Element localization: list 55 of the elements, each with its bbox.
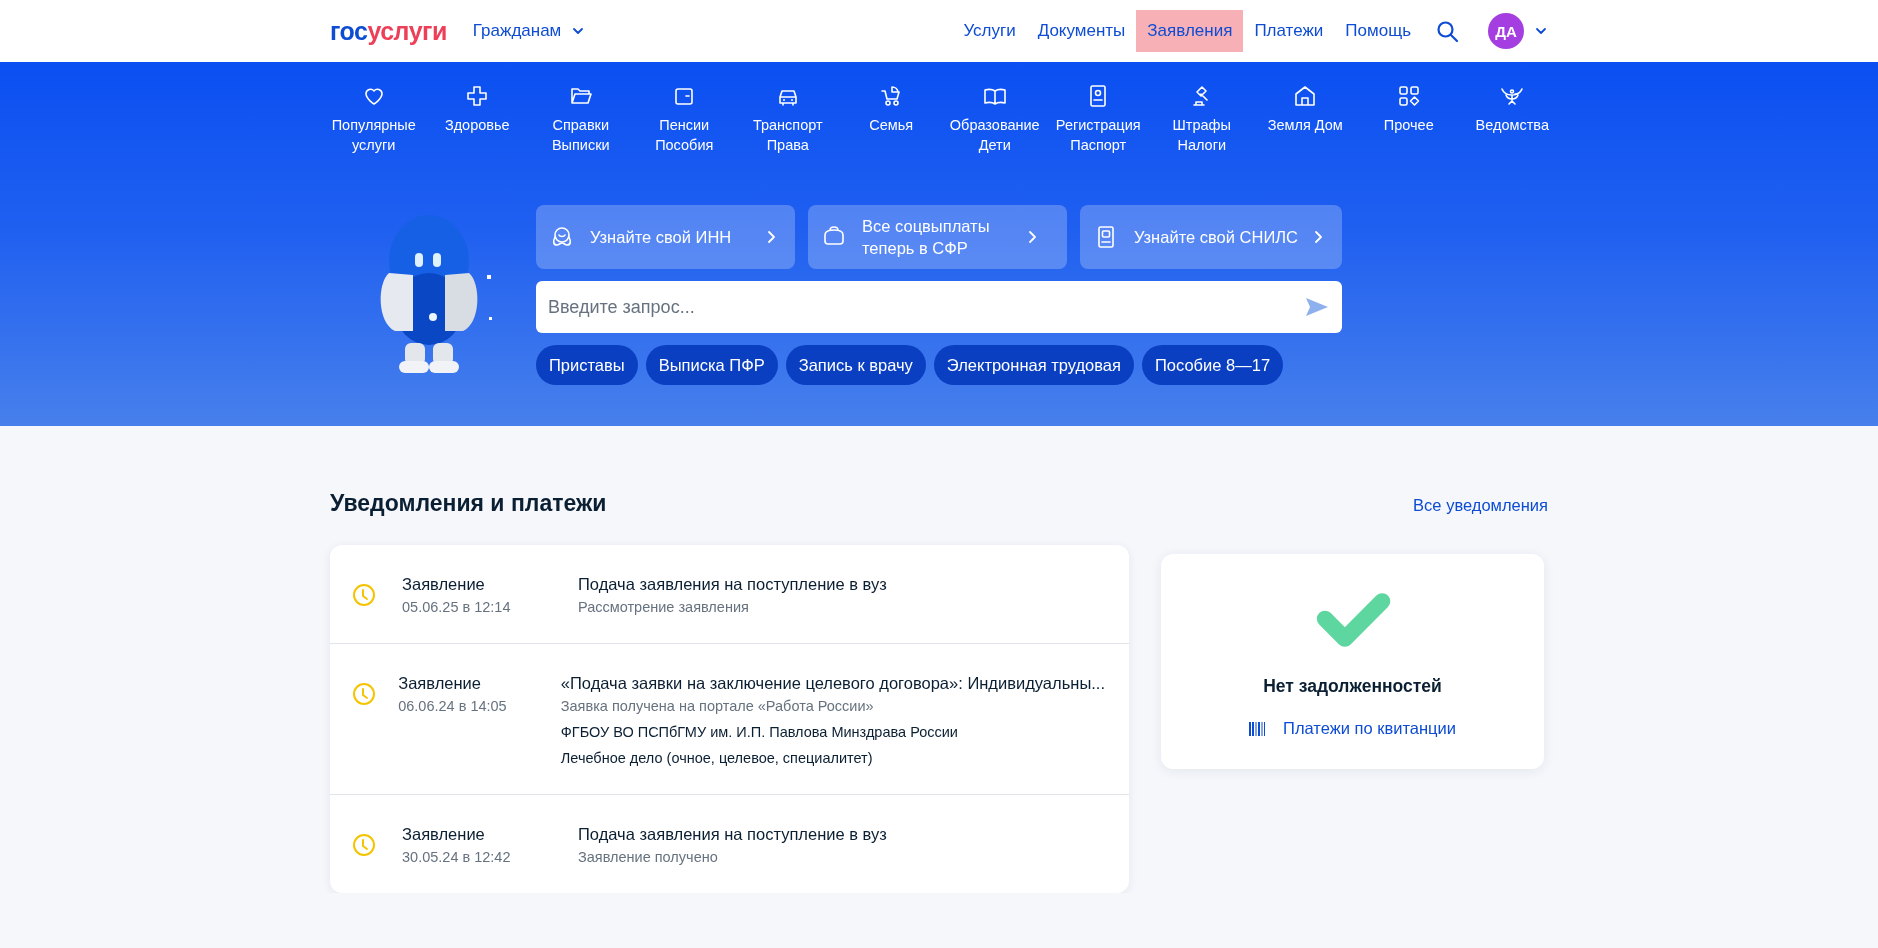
chevron-right-icon xyxy=(765,230,777,244)
search-icon[interactable] xyxy=(1436,20,1458,42)
notification-title[interactable]: Подача заявления на поступление в вуз xyxy=(578,825,1105,844)
search-field[interactable]: Введите запрос... xyxy=(536,281,1342,333)
nav-link[interactable]: Услуги xyxy=(952,10,1027,52)
notification-status: Заявка получена на портале «Работа России» xyxy=(560,698,875,714)
site-logo[interactable]: госуслуги xyxy=(330,16,447,46)
receipt-payments-link[interactable]: Платежи по квитанции xyxy=(1283,719,1456,738)
notification-title[interactable]: Подача заявления на поступление в вуз xyxy=(578,575,1105,594)
all-notifications-link[interactable]: Все уведомления xyxy=(1413,496,1548,515)
clock-icon xyxy=(352,682,376,706)
nav-link[interactable]: Документы xyxy=(1026,10,1137,52)
category-link[interactable]: Справки Выписки xyxy=(529,83,633,155)
notification-title[interactable]: «Подача заявки на заключение целевого договора»: Индивидуальны... xyxy=(560,674,1105,693)
notification-type: Заявление xyxy=(402,825,486,844)
nav-link[interactable]: Заявления xyxy=(1136,10,1244,52)
nav-link[interactable]: Платежи xyxy=(1243,10,1335,52)
promo-card[interactable]: Узнайте свой ИНН xyxy=(536,205,795,269)
notification-detail: ФГБОУ ВО ПСПбГМУ им. И.П. Павлова Минздрава России xyxy=(560,724,959,740)
category-link[interactable]: Семья xyxy=(839,83,943,155)
category-link[interactable]: Ведомства xyxy=(1460,83,1564,155)
category-link[interactable]: Здоровье xyxy=(425,83,529,155)
category-link[interactable]: Регистрация Паспорт xyxy=(1046,83,1150,155)
notification-date: 06.06.24 в 14:05 xyxy=(398,698,508,714)
category-link[interactable]: Земля Дом xyxy=(1253,83,1357,155)
quick-link-chip[interactable]: Приставы xyxy=(536,345,638,385)
category-link[interactable]: Транспорт Права xyxy=(736,83,840,155)
notification-status: Рассмотрение заявления xyxy=(578,599,750,615)
category-link[interactable]: Образование Дети xyxy=(943,83,1047,155)
category-link[interactable]: Штрафы Налоги xyxy=(1150,83,1254,155)
promo-card[interactable]: Узнайте свой СНИЛС xyxy=(1080,205,1342,269)
quick-link-chip[interactable]: Пособие 8—17 xyxy=(1141,345,1284,385)
notification-date: 30.05.24 в 12:42 xyxy=(402,849,512,865)
notification-type: Заявление xyxy=(398,674,482,693)
quick-link-chip[interactable]: Выписка ПФР xyxy=(645,345,778,385)
section-title: Уведомления и платежи xyxy=(330,490,607,517)
barcode-icon xyxy=(1249,721,1265,736)
clock-icon xyxy=(352,583,376,607)
notification-type: Заявление xyxy=(402,575,486,594)
quick-link-chip[interactable]: Запись к врачу xyxy=(785,345,926,385)
notification-detail: Лечебное дело (очное, целевое, специалитет) xyxy=(560,750,874,766)
no-debts-message: Нет задолженностей xyxy=(1263,676,1442,697)
chevron-right-icon xyxy=(1026,230,1038,244)
category-link[interactable]: Пенсии Пособия xyxy=(632,83,736,155)
clock-icon xyxy=(352,833,376,857)
audience-dropdown[interactable]: Гражданам xyxy=(472,21,586,41)
chevron-right-icon xyxy=(1312,230,1324,244)
category-link[interactable]: Прочее xyxy=(1357,83,1461,155)
notification-status: Заявление получено xyxy=(578,849,719,865)
notification-date: 05.06.25 в 12:14 xyxy=(402,599,512,615)
user-avatar[interactable]: ДА xyxy=(1488,13,1524,49)
nav-link[interactable]: Помощь xyxy=(1334,10,1422,52)
quick-link-chip[interactable]: Электронная трудовая xyxy=(933,345,1134,385)
category-link[interactable]: Популярные услуги xyxy=(322,83,426,155)
promo-card[interactable]: Все соцвыплаты теперь в СФР xyxy=(808,205,1067,269)
